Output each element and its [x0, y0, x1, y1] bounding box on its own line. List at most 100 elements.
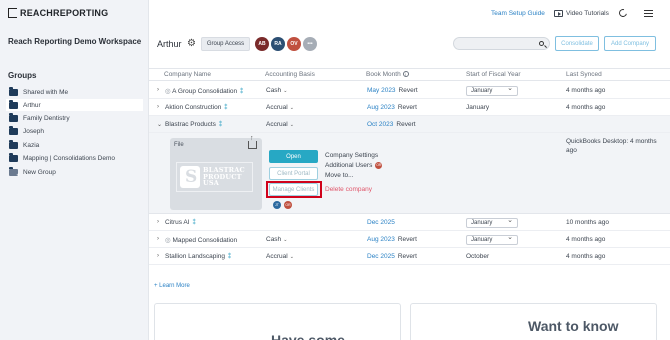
sidebar-item-kazia[interactable]: Kazia: [6, 139, 143, 151]
sidebar-item-new-group[interactable]: New Group: [6, 166, 143, 179]
revert-link[interactable]: Revert: [399, 87, 418, 94]
delete-company-link[interactable]: Delete company: [325, 186, 372, 193]
column-header-book-month[interactable]: Book Month i: [366, 71, 409, 78]
accounting-basis-dropdown[interactable]: Cash ⌄: [266, 236, 287, 243]
sparkle-icon[interactable]: ⁑: [224, 105, 227, 111]
basis-value: Cash: [266, 87, 282, 94]
info-icon[interactable]: i: [402, 71, 409, 78]
sparkle-icon[interactable]: ⁑: [240, 89, 243, 95]
folder-icon: [9, 153, 18, 162]
revert-link[interactable]: Revert: [398, 236, 417, 243]
learn-more-link[interactable]: + Learn More: [154, 283, 190, 289]
client-portal-button[interactable]: Client Portal: [269, 167, 318, 180]
accounting-basis-dropdown[interactable]: Accrual ⌄: [266, 121, 294, 128]
avatar[interactable]: RA: [271, 37, 285, 51]
chevron-right-icon[interactable]: ›: [157, 219, 159, 225]
sidebar-item-mapping[interactable]: Mapping | Consolidations Demo: [6, 152, 143, 164]
chevron-right-icon[interactable]: ›: [157, 87, 159, 93]
company-name[interactable]: Stallion Landscaping ⁑: [165, 253, 231, 260]
video-tutorials-link[interactable]: Video Tutorials: [566, 10, 609, 17]
add-company-button[interactable]: Add Company: [604, 36, 656, 51]
book-month[interactable]: Oct 2023 Revert: [367, 121, 416, 128]
highlight-box: [266, 181, 322, 198]
column-header[interactable]: Company Name: [164, 71, 211, 78]
avatar[interactable]: AB: [255, 37, 269, 51]
book-month[interactable]: Aug 2023 Revert: [367, 236, 417, 243]
sidebar-item-label: Kazia: [23, 141, 40, 149]
folder-icon: [9, 140, 18, 149]
sparkle-icon[interactable]: ⁑: [219, 122, 222, 128]
company-name[interactable]: ◎ A Group Consolidation ⁑: [165, 87, 243, 95]
video-icon[interactable]: [554, 10, 563, 17]
promo-card[interactable]: Want to know: [410, 303, 657, 340]
search-icon[interactable]: [539, 41, 544, 46]
sparkle-icon[interactable]: ⁑: [193, 220, 196, 226]
revert-link[interactable]: Revert: [396, 121, 415, 128]
chevron-right-icon[interactable]: ›: [157, 236, 159, 242]
revert-link[interactable]: Revert: [398, 104, 417, 111]
accounting-basis-dropdown[interactable]: Cash ⌄: [266, 87, 287, 94]
dark-mode-icon[interactable]: [617, 7, 629, 19]
sidebar-item-arthur[interactable]: Arthur: [6, 99, 143, 111]
sparkle-icon[interactable]: ⁑: [228, 254, 231, 260]
accounting-basis-dropdown[interactable]: Accrual ⌄: [266, 253, 294, 260]
book-month-link[interactable]: Aug 2023: [367, 236, 395, 243]
book-month[interactable]: May 2023 Revert: [367, 87, 418, 94]
company-settings-link[interactable]: Company Settings: [325, 152, 378, 159]
avatar[interactable]: JT: [273, 201, 281, 209]
company-name[interactable]: Blastrac Products ⁑: [165, 121, 222, 128]
revert-link[interactable]: Revert: [398, 253, 417, 260]
basis-value: Accrual: [266, 121, 288, 128]
group-access-button[interactable]: Group Access: [201, 37, 250, 51]
company-name[interactable]: Aktion Construction ⁑: [165, 104, 227, 111]
open-button[interactable]: Open: [269, 150, 318, 163]
brand-logo[interactable]: REACHREPORTING: [8, 8, 108, 18]
column-header[interactable]: Accounting Basis: [265, 71, 315, 78]
column-header[interactable]: Start of Fiscal Year: [466, 71, 521, 78]
quickbooks-sync-note: QuickBooks Desktop: 4 months ago: [566, 138, 657, 154]
promo-card[interactable]: Have some: [154, 303, 401, 340]
book-month[interactable]: Dec 2025 Revert: [367, 253, 417, 260]
chevron-right-icon[interactable]: ›: [157, 104, 159, 110]
chevron-down-icon: ⌄: [283, 237, 288, 243]
folder-icon: [9, 100, 18, 109]
consolidate-button[interactable]: Consolidate: [555, 36, 599, 51]
move-to-link[interactable]: Move to...: [325, 172, 354, 179]
consolidation-icon: ◎: [165, 237, 171, 244]
fiscal-year-select[interactable]: January: [466, 85, 518, 96]
fiscal-year-select[interactable]: January: [466, 217, 518, 228]
promo-headline: Want to know: [528, 318, 619, 334]
sidebar-item-family-dentistry[interactable]: Family Dentistry: [6, 112, 143, 124]
hamburger-menu-icon[interactable]: [644, 10, 653, 17]
logo-line: USA: [203, 179, 220, 188]
avatar[interactable]: OR: [284, 201, 292, 209]
groups-heading: Groups: [8, 71, 37, 80]
logo-icon: [8, 8, 17, 18]
search-input[interactable]: [453, 37, 550, 50]
workspace-title[interactable]: Reach Reporting Demo Workspace: [8, 37, 141, 46]
avatar[interactable]: OV: [287, 37, 301, 51]
brand-name: REACHREPORTING: [20, 8, 109, 18]
sidebar-item-joseph[interactable]: Joseph: [6, 125, 143, 137]
sidebar-item-shared[interactable]: Shared with Me: [6, 86, 143, 98]
company-name[interactable]: ◎ Mapped Consolidation: [165, 236, 237, 244]
fiscal-year-select[interactable]: January: [466, 234, 518, 245]
book-month-link[interactable]: Aug 2023: [367, 104, 395, 111]
accounting-basis-dropdown[interactable]: Accrual ⌄: [266, 104, 294, 111]
fiscal-year: January: [466, 104, 490, 111]
book-month-link[interactable]: Oct 2023: [367, 121, 393, 128]
book-month-link[interactable]: Dec 2025: [367, 219, 395, 226]
book-month-link[interactable]: May 2023: [367, 87, 396, 94]
book-month-link[interactable]: Dec 2025: [367, 253, 395, 260]
more-avatars-button[interactable]: •••: [303, 37, 317, 51]
additional-users-link[interactable]: Additional Users OR: [325, 162, 383, 169]
book-month[interactable]: Dec 2025: [367, 219, 395, 226]
gear-icon[interactable]: ⚙: [187, 39, 196, 49]
chevron-down-icon[interactable]: ⌄: [157, 121, 162, 128]
upload-icon[interactable]: [248, 135, 257, 149]
chevron-right-icon[interactable]: ›: [157, 253, 159, 259]
book-month[interactable]: Aug 2023 Revert: [367, 104, 417, 111]
team-setup-link[interactable]: Team Setup Guide: [491, 10, 545, 17]
company-name[interactable]: Citrus AI ⁑: [165, 219, 196, 226]
column-header[interactable]: Last Synced: [566, 71, 602, 78]
